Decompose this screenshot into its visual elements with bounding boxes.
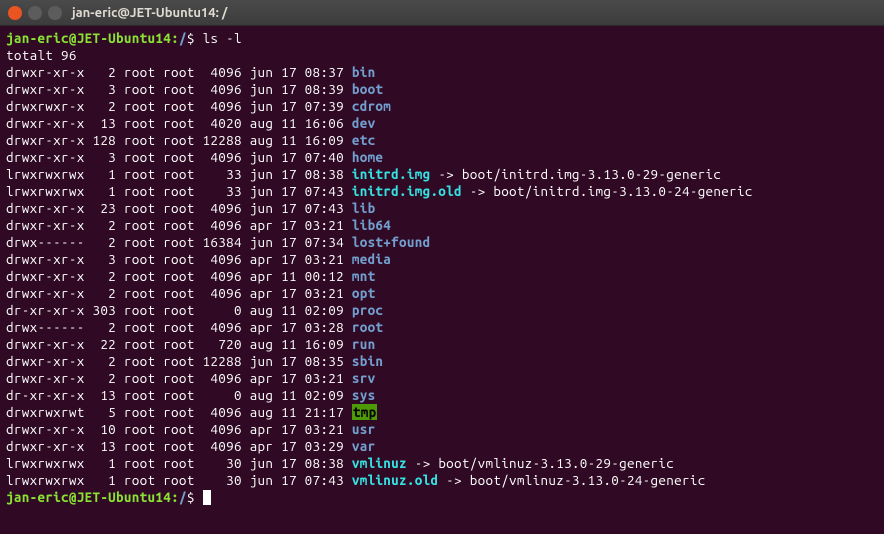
file-meta: drwxr-xr-x 22 root root 720 aug 11 16:09 xyxy=(6,336,352,352)
file-meta: drwx------ 2 root root 16384 jun 17 07:3… xyxy=(6,234,352,250)
file-meta: dr-xr-xr-x 13 root root 0 aug 11 02:09 xyxy=(6,387,352,403)
file-name: proc xyxy=(352,302,383,318)
file-meta: drwxr-xr-x 2 root root 12288 jun 17 08:3… xyxy=(6,353,352,369)
file-name: vmlinuz.old xyxy=(352,472,438,488)
close-icon[interactable] xyxy=(8,6,22,20)
ls-row: drwxr-xr-x 23 root root 4096 jun 17 07:4… xyxy=(6,200,878,217)
file-name: root xyxy=(352,319,383,335)
link-target: -> boot/vmlinuz-3.13.0-29-generic xyxy=(407,455,674,471)
file-meta: drwxr-xr-x 10 root root 4096 apr 17 03:2… xyxy=(6,421,352,437)
file-name: bin xyxy=(352,64,376,80)
file-meta: lrwxrwxrwx 1 root root 30 jun 17 08:38 xyxy=(6,455,352,471)
file-name: vmlinuz xyxy=(352,455,407,471)
ls-row: drwxr-xr-x 3 root root 4096 jun 17 07:40… xyxy=(6,149,878,166)
file-name: var xyxy=(352,438,376,454)
file-name: lib64 xyxy=(352,217,391,233)
ls-row: drwxr-xr-x 2 root root 12288 jun 17 08:3… xyxy=(6,353,878,370)
maximize-icon[interactable] xyxy=(48,6,62,20)
ls-row: drwxr-xr-x 13 root root 4020 aug 11 16:0… xyxy=(6,115,878,132)
file-meta: drwxr-xr-x 13 root root 4096 apr 17 03:2… xyxy=(6,438,352,454)
prompt-line-2: jan-eric@JET-Ubuntu14:/$ xyxy=(6,489,878,506)
file-name: media xyxy=(352,251,391,267)
file-meta: lrwxrwxrwx 1 root root 30 jun 17 07:43 xyxy=(6,472,352,488)
ls-row: drwxr-xr-x 3 root root 4096 apr 17 03:21… xyxy=(6,251,878,268)
window-controls xyxy=(8,6,62,20)
file-meta: drwx------ 2 root root 4096 apr 17 03:28 xyxy=(6,319,352,335)
ls-row: drwxr-xr-x 13 root root 4096 apr 17 03:2… xyxy=(6,438,878,455)
file-meta: drwxr-xr-x 128 root root 12288 aug 11 16… xyxy=(6,132,352,148)
file-name: initrd.img.old xyxy=(352,183,462,199)
ls-row: drwxr-xr-x 2 root root 4096 apr 11 00:12… xyxy=(6,268,878,285)
file-name: etc xyxy=(352,132,376,148)
window-title: jan-eric@JET-Ubuntu14: / xyxy=(72,6,227,20)
file-name: mnt xyxy=(352,268,376,284)
ls-row: drwxrwxrwt 5 root root 4096 aug 11 21:17… xyxy=(6,404,878,421)
ls-row: dr-xr-xr-x 13 root root 0 aug 11 02:09 s… xyxy=(6,387,878,404)
file-meta: drwxr-xr-x 2 root root 4096 apr 17 03:21 xyxy=(6,285,352,301)
ls-row: drwx------ 2 root root 16384 jun 17 07:3… xyxy=(6,234,878,251)
file-name: initrd.img xyxy=(352,166,431,182)
prompt-line: jan-eric@JET-Ubuntu14:/$ ls -l xyxy=(6,30,878,47)
file-name: sbin xyxy=(352,353,383,369)
file-name: lib xyxy=(352,200,376,216)
ls-row: drwxr-xr-x 2 root root 4096 apr 17 03:21… xyxy=(6,285,878,302)
terminal-body[interactable]: jan-eric@JET-Ubuntu14:/$ ls -l totalt 96… xyxy=(0,26,884,534)
ls-row: drwxr-xr-x 2 root root 4096 apr 17 03:21… xyxy=(6,217,878,234)
ls-row: drwxr-xr-x 2 root root 4096 apr 17 03:21… xyxy=(6,370,878,387)
file-meta: lrwxrwxrwx 1 root root 33 jun 17 08:38 xyxy=(6,166,352,182)
minimize-icon[interactable] xyxy=(28,6,42,20)
ls-row: dr-xr-xr-x 303 root root 0 aug 11 02:09 … xyxy=(6,302,878,319)
command-text: ls -l xyxy=(203,30,242,46)
ls-row: lrwxrwxrwx 1 root root 33 jun 17 08:38 i… xyxy=(6,166,878,183)
file-name: lost+found xyxy=(352,234,431,250)
file-meta: drwxr-xr-x 2 root root 4096 apr 17 03:21 xyxy=(6,217,352,233)
ls-row: drwxr-xr-x 3 root root 4096 jun 17 08:39… xyxy=(6,81,878,98)
ls-row: drwxr-xr-x 128 root root 12288 aug 11 16… xyxy=(6,132,878,149)
link-target: -> boot/vmlinuz-3.13.0-24-generic xyxy=(438,472,705,488)
link-target: -> boot/initrd.img-3.13.0-24-generic xyxy=(462,183,753,199)
ls-row: drwxr-xr-x 22 root root 720 aug 11 16:09… xyxy=(6,336,878,353)
file-meta: lrwxrwxrwx 1 root root 33 jun 17 07:43 xyxy=(6,183,352,199)
file-name: sys xyxy=(352,387,376,403)
file-meta: drwxr-xr-x 13 root root 4020 aug 11 16:0… xyxy=(6,115,352,131)
file-listing: drwxr-xr-x 2 root root 4096 jun 17 08:37… xyxy=(6,64,878,489)
link-target: -> boot/initrd.img-3.13.0-29-generic xyxy=(430,166,721,182)
file-name: dev xyxy=(352,115,376,131)
file-meta: drwxrwxr-x 2 root root 4096 jun 17 07:39 xyxy=(6,98,352,114)
prompt-symbol: $ xyxy=(187,30,195,46)
file-name: cdrom xyxy=(352,98,391,114)
ls-row: lrwxrwxrwx 1 root root 30 jun 17 07:43 v… xyxy=(6,472,878,489)
file-name: usr xyxy=(352,421,376,437)
ls-row: drwx------ 2 root root 4096 apr 17 03:28… xyxy=(6,319,878,336)
total-line: totalt 96 xyxy=(6,47,878,64)
ls-row: drwxr-xr-x 10 root root 4096 apr 17 03:2… xyxy=(6,421,878,438)
file-name: boot xyxy=(352,81,383,97)
file-name: opt xyxy=(352,285,376,301)
prompt-user-host: jan-eric@JET-Ubuntu14 xyxy=(6,30,171,46)
cursor xyxy=(203,490,211,505)
file-meta: dr-xr-xr-x 303 root root 0 aug 11 02:09 xyxy=(6,302,352,318)
file-name: srv xyxy=(352,370,376,386)
ls-row: lrwxrwxrwx 1 root root 30 jun 17 08:38 v… xyxy=(6,455,878,472)
ls-row: lrwxrwxrwx 1 root root 33 jun 17 07:43 i… xyxy=(6,183,878,200)
file-meta: drwxr-xr-x 2 root root 4096 apr 11 00:12 xyxy=(6,268,352,284)
prompt-path: / xyxy=(179,30,187,46)
file-meta: drwxr-xr-x 2 root root 4096 apr 17 03:21 xyxy=(6,370,352,386)
file-meta: drwxr-xr-x 3 root root 4096 jun 17 07:40 xyxy=(6,149,352,165)
file-name: home xyxy=(352,149,383,165)
file-meta: drwxr-xr-x 3 root root 4096 apr 17 03:21 xyxy=(6,251,352,267)
file-meta: drwxr-xr-x 23 root root 4096 jun 17 07:4… xyxy=(6,200,352,216)
ls-row: drwxrwxr-x 2 root root 4096 jun 17 07:39… xyxy=(6,98,878,115)
ls-row: drwxr-xr-x 2 root root 4096 jun 17 08:37… xyxy=(6,64,878,81)
file-meta: drwxr-xr-x 2 root root 4096 jun 17 08:37 xyxy=(6,64,352,80)
file-meta: drwxr-xr-x 3 root root 4096 jun 17 08:39 xyxy=(6,81,352,97)
file-name: run xyxy=(352,336,376,352)
file-meta: drwxrwxrwt 5 root root 4096 aug 11 21:17 xyxy=(6,404,352,420)
file-name: tmp xyxy=(352,404,378,420)
titlebar: jan-eric@JET-Ubuntu14: / xyxy=(0,0,884,26)
